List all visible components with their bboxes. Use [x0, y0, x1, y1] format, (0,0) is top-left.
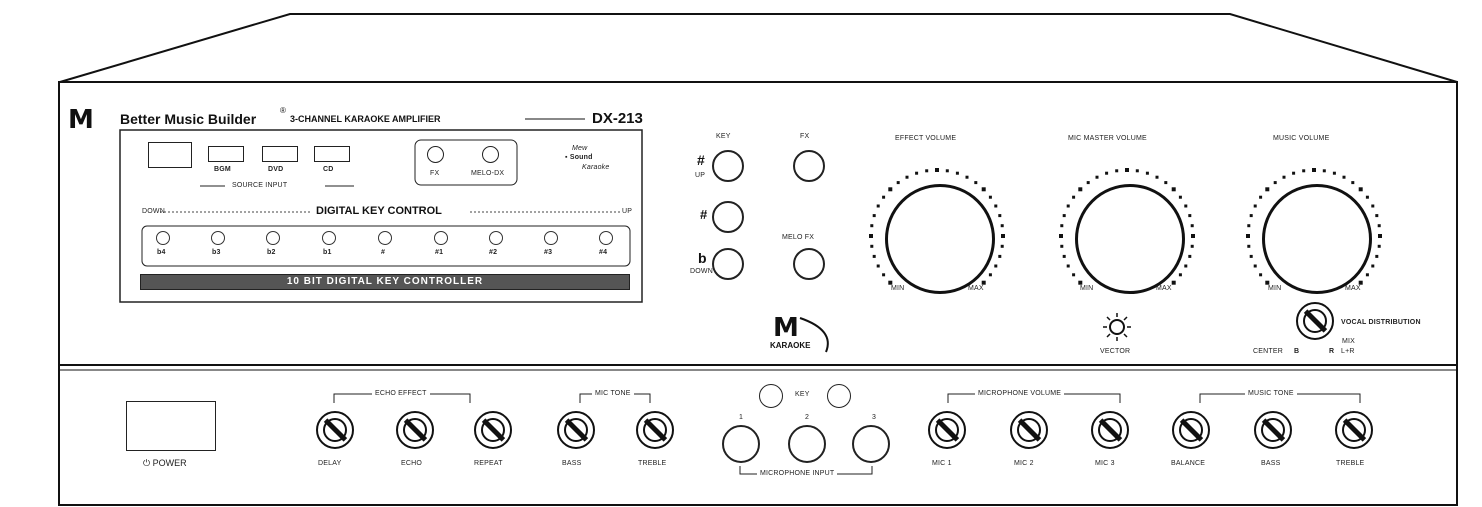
power-label: ⏻ POWER [143, 458, 187, 468]
power-button[interactable] [126, 401, 216, 451]
vocal-distribution-knob[interactable] [1296, 302, 1334, 340]
mic1-volume-knob[interactable] [928, 411, 966, 449]
mic-jack-1-label: 1 [739, 414, 744, 421]
mic-key-label: KEY [795, 391, 810, 398]
delay-knob[interactable] [316, 411, 354, 449]
vocal-b-label: B [1294, 348, 1300, 355]
mic2-volume-label: MIC 2 [1014, 460, 1034, 467]
mic-jack-2[interactable] [788, 425, 826, 463]
vocal-center-label: CENTER [1253, 348, 1283, 355]
music-treble-label: TREBLE [1336, 460, 1365, 467]
mic-jack-1[interactable] [722, 425, 760, 463]
microphone-input-label: MICROPHONE INPUT [757, 470, 838, 477]
echo-label: ECHO [401, 460, 423, 467]
vector-label: VECTOR [1100, 348, 1131, 355]
mic1-volume-label: MIC 1 [932, 460, 952, 467]
music-bass-knob[interactable] [1254, 411, 1292, 449]
mic2-volume-knob[interactable] [1010, 411, 1048, 449]
mic-jack-3[interactable] [852, 425, 890, 463]
mic-treble-knob[interactable] [636, 411, 674, 449]
mic-jack-3-label: 3 [872, 414, 877, 421]
echo-effect-label: ECHO EFFECT [372, 390, 430, 397]
vocal-distribution-title: VOCAL DISTRIBUTION [1341, 319, 1421, 326]
balance-label: BALANCE [1171, 460, 1206, 467]
mic-key-up-button[interactable] [827, 384, 851, 408]
mic-tone-label: MIC TONE [592, 390, 634, 397]
mic3-volume-label: MIC 3 [1095, 460, 1115, 467]
repeat-knob[interactable] [474, 411, 512, 449]
vocal-r-label: R [1329, 348, 1335, 355]
mic-key-down-button[interactable] [759, 384, 783, 408]
repeat-label: REPEAT [474, 460, 503, 467]
mic-bass-knob[interactable] [557, 411, 595, 449]
mic-jack-2-label: 2 [805, 414, 810, 421]
balance-knob[interactable] [1172, 411, 1210, 449]
power-icon: ⏻ [143, 458, 151, 468]
music-treble-knob[interactable] [1335, 411, 1373, 449]
music-tone-label: MUSIC TONE [1245, 390, 1297, 397]
music-bass-label: BASS [1261, 460, 1281, 467]
mic-bass-label: BASS [562, 460, 582, 467]
delay-label: DELAY [318, 460, 342, 467]
microphone-volume-label: MICROPHONE VOLUME [975, 390, 1065, 397]
vocal-lr-label: L+R [1341, 348, 1355, 355]
mic-treble-label: TREBLE [638, 460, 667, 467]
echo-knob[interactable] [396, 411, 434, 449]
vocal-mix-label: MIX [1342, 338, 1356, 345]
mic3-volume-knob[interactable] [1091, 411, 1129, 449]
